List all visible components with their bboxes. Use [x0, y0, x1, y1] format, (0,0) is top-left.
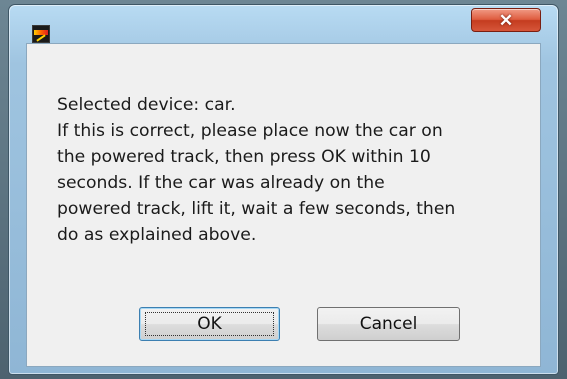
message-text: Selected device: car. If this is correct… — [57, 92, 527, 248]
title-bar[interactable]: ✕ — [9, 5, 558, 43]
message-line: If this is correct, please place now the… — [57, 121, 443, 141]
message-line: Selected device: car. — [57, 95, 236, 115]
message-line: do as explained above. — [57, 225, 257, 245]
message-line: seconds. If the car was already on the — [57, 173, 385, 193]
dialog-body: Selected device: car. If this is correct… — [26, 43, 541, 367]
app-icon-bar — [34, 30, 48, 35]
app-icon — [32, 25, 50, 43]
cancel-button[interactable]: Cancel — [317, 307, 460, 341]
desktop-background: ✕ Selected device: car. If this is corre… — [0, 0, 567, 379]
close-button[interactable]: ✕ — [471, 8, 541, 32]
dialog-window: ✕ Selected device: car. If this is corre… — [8, 4, 559, 375]
close-icon: ✕ — [498, 10, 514, 30]
ok-button[interactable]: OK — [139, 307, 280, 341]
ok-button-label: OK — [197, 314, 222, 334]
message-line: powered track, lift it, wait a few secon… — [57, 199, 456, 219]
cancel-button-label: Cancel — [359, 314, 418, 334]
message-line: the powered track, then press OK within … — [57, 147, 431, 167]
app-icon-spark — [36, 34, 46, 42]
